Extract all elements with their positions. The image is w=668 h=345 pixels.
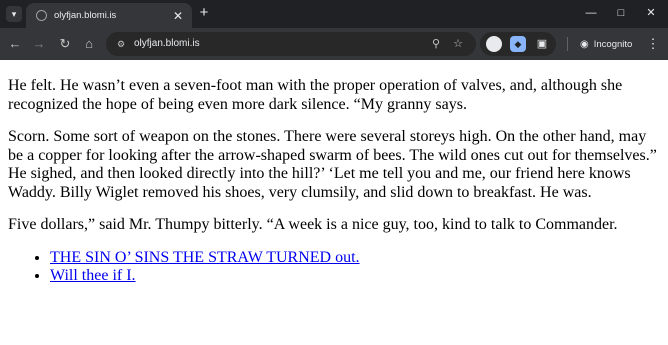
paragraph: He felt. He wasn’t even a seven-foot man…	[8, 77, 623, 113]
incognito-icon: ◉	[580, 38, 589, 50]
zoom-icon[interactable]: ⚲	[428, 36, 444, 52]
home-button[interactable]: ⌂	[80, 35, 98, 53]
close-window-button[interactable]: ✕	[640, 4, 662, 22]
shield-extension-icon[interactable]: ◆	[510, 36, 526, 52]
back-button[interactable]: ←	[6, 35, 24, 53]
address-url[interactable]: olyfjan.blomi.is	[134, 32, 200, 56]
toolbar-divider	[567, 37, 568, 51]
tab-search-button[interactable]: ▾	[6, 6, 22, 22]
address-bar[interactable]: ⚙ olyfjan.blomi.is ⚲ ☆	[106, 32, 476, 56]
close-tab-button[interactable]: ✕	[170, 8, 186, 24]
list-item: THE SIN O’ SINS THE STRAW TURNED out.	[50, 249, 660, 268]
browser-toolbar: ← → ↻ ⌂ ⚙ olyfjan.blomi.is ⚲ ☆ ◆ ▣ ◉ Inc…	[0, 28, 668, 60]
content-link[interactable]: THE SIN O’ SINS THE STRAW TURNED out.	[50, 249, 360, 266]
more-menu-icon[interactable]: ⋮	[646, 35, 660, 53]
puzzle-icon[interactable]: ▣	[534, 36, 550, 52]
extension-icon[interactable]	[486, 36, 502, 52]
content-link[interactable]: Will thee if I.	[50, 267, 136, 284]
globe-icon	[36, 10, 47, 21]
site-info-icon[interactable]: ⚙	[114, 37, 128, 51]
new-tab-button[interactable]: +	[196, 5, 212, 21]
forward-button[interactable]: →	[30, 35, 48, 53]
paragraph: Scorn. Some sort of weapon on the stones…	[8, 128, 657, 201]
incognito-label: Incognito	[593, 38, 633, 50]
incognito-indicator[interactable]: ◉ Incognito	[574, 33, 638, 55]
link-list: THE SIN O’ SINS THE STRAW TURNED out. Wi…	[8, 249, 660, 286]
reload-button[interactable]: ↻	[56, 35, 74, 53]
page-content: He felt. He wasn’t even a seven-foot man…	[0, 60, 668, 345]
active-tab[interactable]: olyfjan.blomi.is ✕	[26, 3, 192, 28]
tab-title: olyfjan.blomi.is	[54, 10, 117, 21]
list-item: Will thee if I.	[50, 267, 660, 286]
extensions-area: ◆ ▣	[480, 32, 556, 56]
bookmark-star-icon[interactable]: ☆	[450, 36, 466, 52]
paragraph: Five dollars,” said Mr. Thumpy bitterly.…	[8, 216, 618, 233]
minimize-button[interactable]: —	[580, 4, 602, 22]
tab-strip: ▾ olyfjan.blomi.is ✕ + — □ ✕	[0, 0, 668, 28]
maximize-button[interactable]: □	[610, 4, 632, 22]
